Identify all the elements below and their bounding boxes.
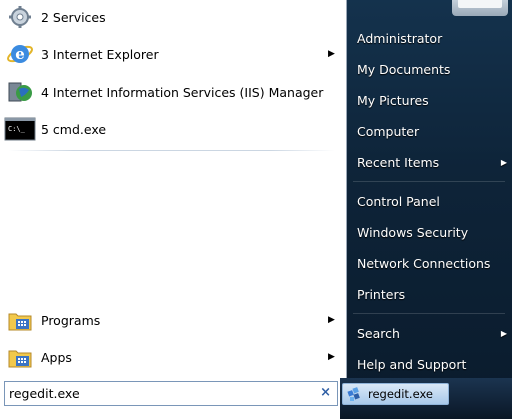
right-item-my-documents[interactable]: My Documents [357,57,507,81]
program-item-services[interactable]: 2 Services [4,0,340,34]
regedit-taskbar-button[interactable]: regedit.exe [342,383,449,405]
folder-label: Programs [41,312,101,328]
right-item-label: Network Connections [357,255,491,271]
submenu-arrow-icon: ▶ [500,157,507,167]
right-item-label: Printers [357,286,406,302]
right-item-label: Search [357,325,400,341]
program-item-iis-manager[interactable]: 4 Internet Information Services (IIS) Ma… [4,75,340,109]
start-menu-left-pane: 2 Services e 3 Internet Explorer ▶ 4 Int… [0,0,347,419]
submenu-arrow-icon: ▶ [328,315,335,325]
right-item-label: My Documents [357,61,451,77]
search-box: × [4,381,338,406]
right-item-help-and-support[interactable]: Help and Support [357,352,507,376]
services-icon [4,1,36,33]
right-item-label: Windows Security [357,224,469,240]
submenu-arrow-icon: ▶ [328,49,335,59]
iis-manager-icon [4,76,36,108]
right-item-windows-security[interactable]: Windows Security [357,220,507,244]
right-item-label: Help and Support [357,356,467,372]
taskbar-button-label: regedit.exe [368,387,433,401]
right-item-label: Computer [357,123,420,139]
cmd-icon: C:\_ [4,113,36,145]
svg-text:e: e [15,45,25,63]
apps-menu-item[interactable]: Apps ▶ [4,340,340,374]
divider [353,313,505,314]
submenu-arrow-icon: ▶ [328,352,335,362]
programs-menu-item[interactable]: Programs ▶ [4,303,340,337]
program-label: 3 Internet Explorer [41,46,159,62]
right-item-recent-items[interactable]: Recent Items ▶ [357,150,507,174]
folder-label: Apps [41,349,72,365]
right-item-search[interactable]: Search ▶ [357,321,507,345]
clear-search-icon[interactable]: × [320,385,331,400]
search-input[interactable] [9,383,309,404]
divider [353,181,505,182]
right-item-computer[interactable]: Computer [357,119,507,143]
right-item-label: Recent Items [357,154,440,170]
program-item-cmd[interactable]: C:\_ 5 cmd.exe [4,112,340,146]
right-item-label: My Pictures [357,92,429,108]
right-item-network-connections[interactable]: Network Connections [357,251,507,275]
programs-folder-icon [4,304,36,336]
right-item-control-panel[interactable]: Control Panel [357,189,507,213]
internet-explorer-icon: e [4,38,36,70]
submenu-arrow-icon: ▶ [500,328,507,338]
program-label: 4 Internet Information Services (IIS) Ma… [41,84,324,100]
svg-text:C:\_: C:\_ [8,125,26,133]
apps-folder-icon [4,341,36,373]
program-item-internet-explorer[interactable]: e 3 Internet Explorer ▶ [4,37,340,71]
divider [8,150,335,151]
regedit-icon [346,385,364,403]
right-item-my-pictures[interactable]: My Pictures [357,88,507,112]
right-item-label: Control Panel [357,193,440,209]
right-item-administrator[interactable]: Administrator [357,26,507,50]
program-label: 2 Services [41,9,106,25]
right-item-printers[interactable]: Printers [357,282,507,306]
program-label: 5 cmd.exe [41,121,107,137]
right-item-label: Administrator [357,30,443,46]
user-picture-frame[interactable] [452,0,508,16]
